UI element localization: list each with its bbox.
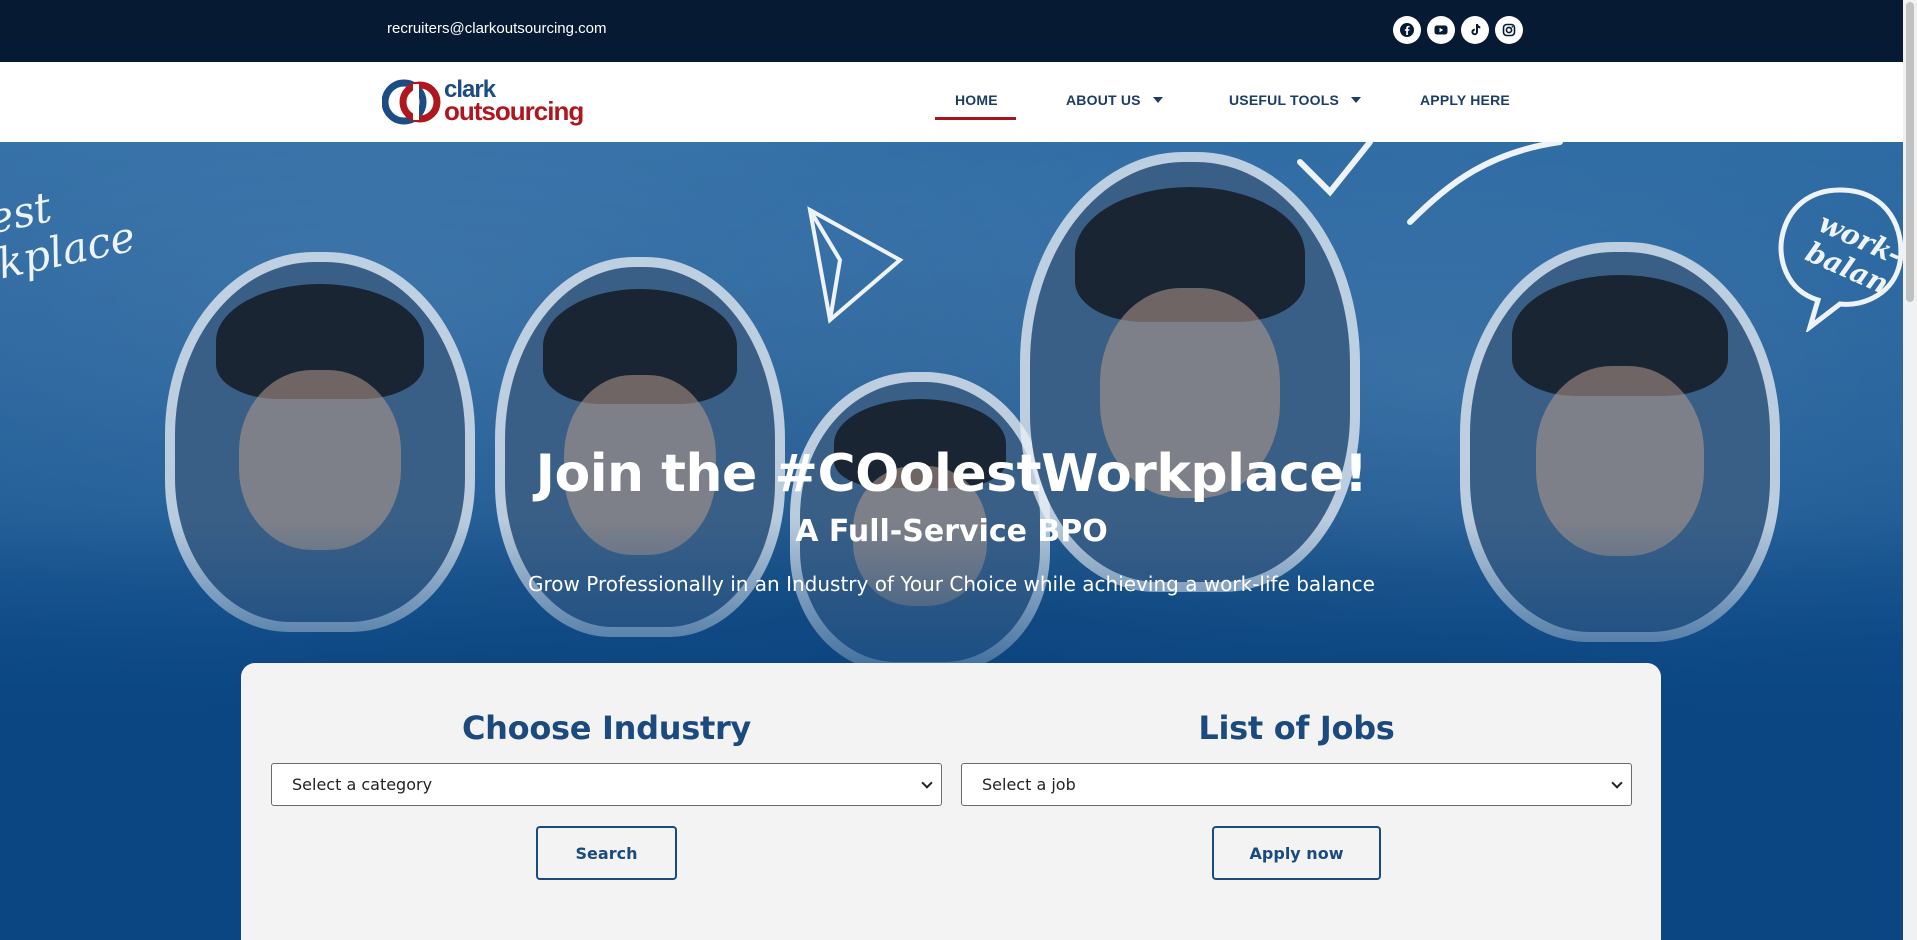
top-bar: recruiters@clarkoutsourcing.com	[0, 0, 1903, 62]
search-button[interactable]: Search	[536, 826, 677, 880]
nav-useful-tools-label: USEFUL TOOLS	[1229, 92, 1340, 108]
caret-down-icon	[1152, 97, 1163, 103]
site-header: clark outsourcing HOME ABOUT US USEFUL T…	[0, 62, 1903, 142]
nav-useful-tools[interactable]: USEFUL TOOLS	[1229, 92, 1362, 108]
tiktok-icon[interactable]	[1461, 16, 1489, 44]
hero-title: Join the #COolestWorkplace!	[535, 444, 1368, 504]
industry-select[interactable]: Select a category	[271, 763, 942, 806]
hero-description: Grow Professionally in an Industry of Yo…	[528, 572, 1375, 596]
chevron-down-icon	[921, 777, 933, 789]
industry-heading: Choose Industry	[462, 709, 751, 747]
job-search-card: Choose Industry Select a category Search…	[241, 663, 1661, 940]
industry-column: Choose Industry Select a category Search	[271, 663, 942, 880]
job-select-value: Select a job	[982, 775, 1076, 794]
nav-apply-here-label: APPLY HERE	[1420, 92, 1510, 108]
instagram-icon[interactable]	[1495, 16, 1523, 44]
contact-email[interactable]: recruiters@clarkoutsourcing.com	[387, 20, 606, 37]
jobs-column: List of Jobs Select a job Apply now	[961, 663, 1632, 880]
nav-about-us-label: ABOUT US	[1066, 92, 1141, 108]
logo-line-2: outsourcing	[444, 96, 584, 126]
hero-subtitle: A Full-Service BPO	[795, 514, 1108, 549]
paper-plane-icon	[807, 206, 904, 324]
job-select[interactable]: Select a job	[961, 763, 1632, 806]
nav-home[interactable]: HOME	[955, 92, 998, 108]
nav-about-us[interactable]: ABOUT US	[1066, 92, 1163, 108]
nav-home-label: HOME	[955, 92, 998, 108]
page-scrollbar[interactable]	[1903, 0, 1917, 940]
clark-outsourcing-logo[interactable]: clark outsourcing	[381, 76, 584, 128]
social-links	[1393, 16, 1523, 44]
active-nav-indicator	[935, 117, 1016, 120]
logo-wordmark: clark outsourcing	[444, 78, 584, 126]
jobs-heading: List of Jobs	[1198, 709, 1395, 747]
hero-section: est kplace work- balan Join the #COolest…	[0, 142, 1903, 940]
logo-mark-icon	[381, 79, 441, 125]
nav-apply-here[interactable]: APPLY HERE	[1420, 92, 1510, 108]
scrollbar-thumb[interactable]	[1906, 2, 1914, 302]
caret-down-icon	[1351, 97, 1362, 103]
youtube-icon[interactable]	[1427, 16, 1455, 44]
industry-select-value: Select a category	[292, 775, 433, 794]
doodle-check-icon	[1297, 142, 1563, 225]
facebook-icon[interactable]	[1393, 16, 1421, 44]
chevron-down-icon	[1611, 777, 1623, 789]
apply-now-button[interactable]: Apply now	[1212, 826, 1381, 880]
